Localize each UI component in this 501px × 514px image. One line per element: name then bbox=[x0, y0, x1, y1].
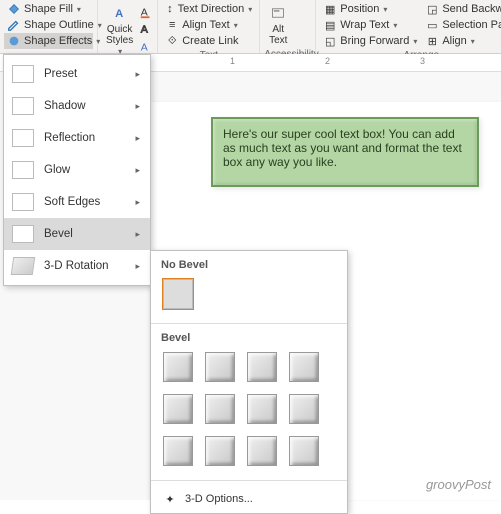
menu-item-glow[interactable]: Glow▸ bbox=[4, 154, 150, 186]
bevel-swatch[interactable] bbox=[205, 436, 235, 466]
alt-text-icon bbox=[268, 3, 288, 23]
soft-edges-icon bbox=[12, 193, 34, 211]
menu-item-3d-rotation[interactable]: 3-D Rotation▸ bbox=[4, 250, 150, 282]
bevel-swatch[interactable] bbox=[163, 394, 193, 424]
shape-effects-menu: Preset▸ Shadow▸ Reflection▸ Glow▸ Soft E… bbox=[3, 54, 151, 286]
bevel-swatch[interactable] bbox=[247, 394, 277, 424]
bevel-swatch[interactable] bbox=[163, 436, 193, 466]
text-fill-icon[interactable]: A bbox=[139, 5, 153, 19]
wrap-text-button[interactable]: ▤Wrap Text▾ bbox=[320, 17, 420, 33]
wrap-icon: ▤ bbox=[323, 18, 337, 32]
align-text-button[interactable]: ≡Align Text▾ bbox=[162, 17, 255, 33]
glow-icon bbox=[12, 161, 34, 179]
no-bevel-heading: No Bevel bbox=[151, 255, 347, 277]
svg-text:A: A bbox=[141, 24, 148, 36]
chevron-right-icon: ▸ bbox=[135, 101, 140, 112]
quick-styles-button[interactable]: AQuick Styles▾ bbox=[102, 1, 137, 58]
reflection-icon bbox=[12, 129, 34, 147]
chevron-right-icon: ▸ bbox=[135, 69, 140, 80]
svg-text:A: A bbox=[115, 8, 123, 20]
align-icon: ≡ bbox=[165, 18, 179, 32]
position-icon: ▦ bbox=[323, 2, 337, 16]
watermark: groovyPost bbox=[426, 477, 491, 492]
menu-item-bevel[interactable]: Bevel▸ bbox=[4, 218, 150, 250]
options-icon: ✦ bbox=[163, 492, 177, 506]
bevel-submenu: No Bevel Bevel ✦3-D Options... bbox=[150, 250, 348, 514]
text-direction-icon: ↕ bbox=[165, 2, 174, 16]
chevron-right-icon: ▸ bbox=[135, 165, 140, 176]
shape-effects-button[interactable]: Shape Effects▾ bbox=[4, 33, 93, 49]
chevron-right-icon: ▸ bbox=[135, 229, 140, 240]
bevel-swatch[interactable] bbox=[205, 394, 235, 424]
svg-text:A: A bbox=[141, 42, 148, 54]
chevron-right-icon: ▸ bbox=[135, 133, 140, 144]
chevron-right-icon: ▸ bbox=[135, 197, 140, 208]
chevron-right-icon: ▸ bbox=[135, 261, 140, 272]
rotation-icon bbox=[11, 257, 36, 275]
bucket-icon bbox=[7, 2, 21, 16]
text-outline-icon[interactable]: A bbox=[139, 22, 153, 36]
align-objects-icon: ⊞ bbox=[425, 34, 439, 48]
bevel-heading: Bevel bbox=[151, 328, 347, 350]
link-icon: ⟐ bbox=[165, 34, 179, 48]
backward-icon: ◲ bbox=[425, 2, 439, 16]
bring-forward-button[interactable]: ◱Bring Forward▾ bbox=[320, 33, 420, 49]
bevel-swatch[interactable] bbox=[205, 352, 235, 382]
align-button[interactable]: ⊞Align▾ bbox=[422, 33, 501, 49]
bevel-swatch[interactable] bbox=[247, 436, 277, 466]
menu-item-soft-edges[interactable]: Soft Edges▸ bbox=[4, 186, 150, 218]
bevel-swatch[interactable] bbox=[289, 436, 319, 466]
pane-icon: ▭ bbox=[425, 18, 439, 32]
create-link-button[interactable]: ⟐Create Link bbox=[162, 33, 255, 49]
menu-item-reflection[interactable]: Reflection▸ bbox=[4, 122, 150, 154]
selection-pane-button[interactable]: ▭Selection Pane bbox=[422, 17, 501, 33]
3d-options-button[interactable]: ✦3-D Options... bbox=[151, 485, 347, 513]
text-effects-icon[interactable]: A bbox=[139, 40, 153, 54]
effects-icon bbox=[7, 34, 21, 48]
pencil-icon bbox=[7, 18, 21, 32]
bevel-swatch[interactable] bbox=[163, 352, 193, 382]
bevel-swatch[interactable] bbox=[289, 394, 319, 424]
preset-icon bbox=[12, 65, 34, 83]
letter-a-icon: A bbox=[110, 3, 130, 23]
bevel-icon bbox=[12, 225, 34, 243]
shape-outline-button[interactable]: Shape Outline▾ bbox=[4, 17, 93, 33]
ribbon: Shape Fill▾ Shape Outline▾ Shape Effects… bbox=[0, 0, 501, 54]
bevel-swatch[interactable] bbox=[289, 352, 319, 382]
forward-icon: ◱ bbox=[323, 34, 337, 48]
menu-item-shadow[interactable]: Shadow▸ bbox=[4, 90, 150, 122]
bevel-swatch[interactable] bbox=[247, 352, 277, 382]
menu-item-preset[interactable]: Preset▸ bbox=[4, 58, 150, 90]
send-backward-button[interactable]: ◲Send Backward bbox=[422, 1, 501, 17]
alt-text-button[interactable]: Alt Text bbox=[264, 1, 292, 48]
sample-text-box[interactable]: Here's our super cool text box! You can … bbox=[211, 117, 479, 187]
bevel-none-swatch[interactable] bbox=[163, 279, 193, 309]
shadow-icon bbox=[12, 97, 34, 115]
position-button[interactable]: ▦Position▾ bbox=[320, 1, 420, 17]
text-direction-button[interactable]: ↕Text Direction▾ bbox=[162, 1, 255, 17]
shape-fill-button[interactable]: Shape Fill▾ bbox=[4, 1, 93, 17]
